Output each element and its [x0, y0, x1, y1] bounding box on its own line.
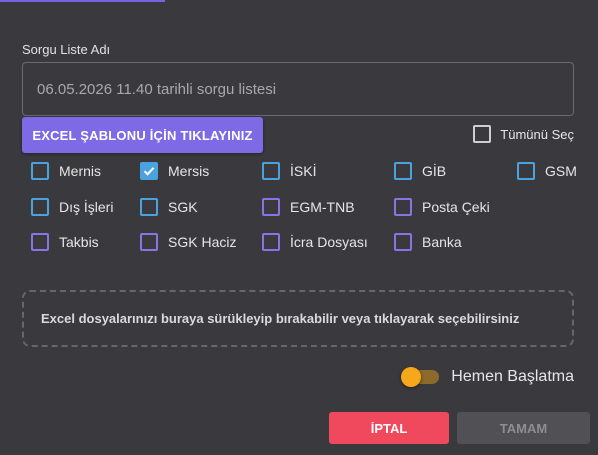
checkbox-label: İcra Dosyası [290, 234, 368, 250]
checkbox-box[interactable] [140, 198, 158, 216]
select-all-label: Tümünü Seç [500, 126, 574, 142]
checkbox-banka[interactable]: Banka [394, 232, 462, 252]
checkbox-box[interactable] [394, 198, 412, 216]
query-name-label: Sorgu Liste Adı [22, 42, 111, 57]
checkbox-sgk-haciz[interactable]: SGK Haciz [140, 232, 236, 252]
dropzone-text: Excel dosyalarınızı buraya sürükleyip bı… [41, 311, 520, 326]
checkbox-label: SGK Haciz [168, 234, 237, 250]
checkbox-box[interactable] [394, 162, 412, 180]
checkbox-box[interactable] [140, 233, 158, 251]
checkbox-box[interactable] [394, 233, 412, 251]
checkbox-label: SGK [168, 199, 198, 215]
checkbox-box[interactable] [262, 162, 280, 180]
excel-template-button[interactable]: EXCEL ŞABLONU İÇİN TIKLAYINIZ [22, 117, 263, 153]
checkbox-label: GSM [545, 163, 577, 179]
checkbox-box[interactable] [262, 198, 280, 216]
checkbox-box[interactable] [517, 162, 535, 180]
ok-button[interactable]: TAMAM [457, 412, 590, 444]
checkbox-label: EGM-TNB [290, 199, 355, 215]
checkbox-icra-dosyasi[interactable]: İcra Dosyası [262, 232, 368, 252]
top-accent-bar [0, 0, 165, 2]
checkbox-mernis[interactable]: Mernis [31, 161, 101, 181]
checkbox-label: Mernis [59, 163, 102, 179]
checkbox-label: Mersis [168, 163, 210, 179]
checkbox-egm-tnb[interactable]: EGM-TNB [262, 197, 355, 217]
checkbox-posta-ceki[interactable]: Posta Çeki [394, 197, 490, 217]
checkbox-iski[interactable]: İSKİ [262, 161, 316, 181]
checkbox-mersis[interactable]: Mersis [140, 161, 209, 181]
checkbox-box[interactable] [31, 233, 49, 251]
checkbox-label: Takbis [59, 234, 99, 250]
checkbox-label: İSKİ [290, 163, 317, 179]
checkbox-label: Posta Çeki [422, 199, 490, 215]
checkbox-box[interactable] [31, 162, 49, 180]
checkbox-box-checked[interactable] [140, 162, 158, 180]
excel-dropzone[interactable]: Excel dosyalarınızı buraya sürükleyip bı… [22, 290, 574, 347]
immediate-start-toggle-row[interactable]: Hemen Başlatma [401, 367, 574, 387]
checkbox-sgk[interactable]: SGK [140, 197, 198, 217]
query-name-input[interactable] [22, 62, 574, 116]
toggle-knob[interactable] [401, 367, 422, 387]
immediate-start-label: Hemen Başlatma [451, 368, 574, 385]
checkbox-label: Dış İşleri [59, 199, 114, 215]
select-all-box[interactable] [473, 125, 492, 143]
checkbox-gib[interactable]: GİB [394, 161, 446, 181]
checkmark-icon [143, 167, 155, 176]
select-all-checkbox[interactable]: Tümünü Seç [473, 125, 574, 143]
checkbox-gsm[interactable]: GSM [517, 161, 577, 181]
checkbox-box[interactable] [262, 233, 280, 251]
checkbox-dis-isleri[interactable]: Dış İşleri [31, 197, 113, 217]
cancel-button[interactable]: İPTAL [329, 412, 449, 444]
checkbox-box[interactable] [31, 198, 49, 216]
checkbox-takbis[interactable]: Takbis [31, 232, 99, 252]
checkbox-label: Banka [422, 234, 462, 250]
immediate-start-toggle[interactable] [401, 367, 440, 387]
checkbox-label: GİB [422, 163, 447, 179]
